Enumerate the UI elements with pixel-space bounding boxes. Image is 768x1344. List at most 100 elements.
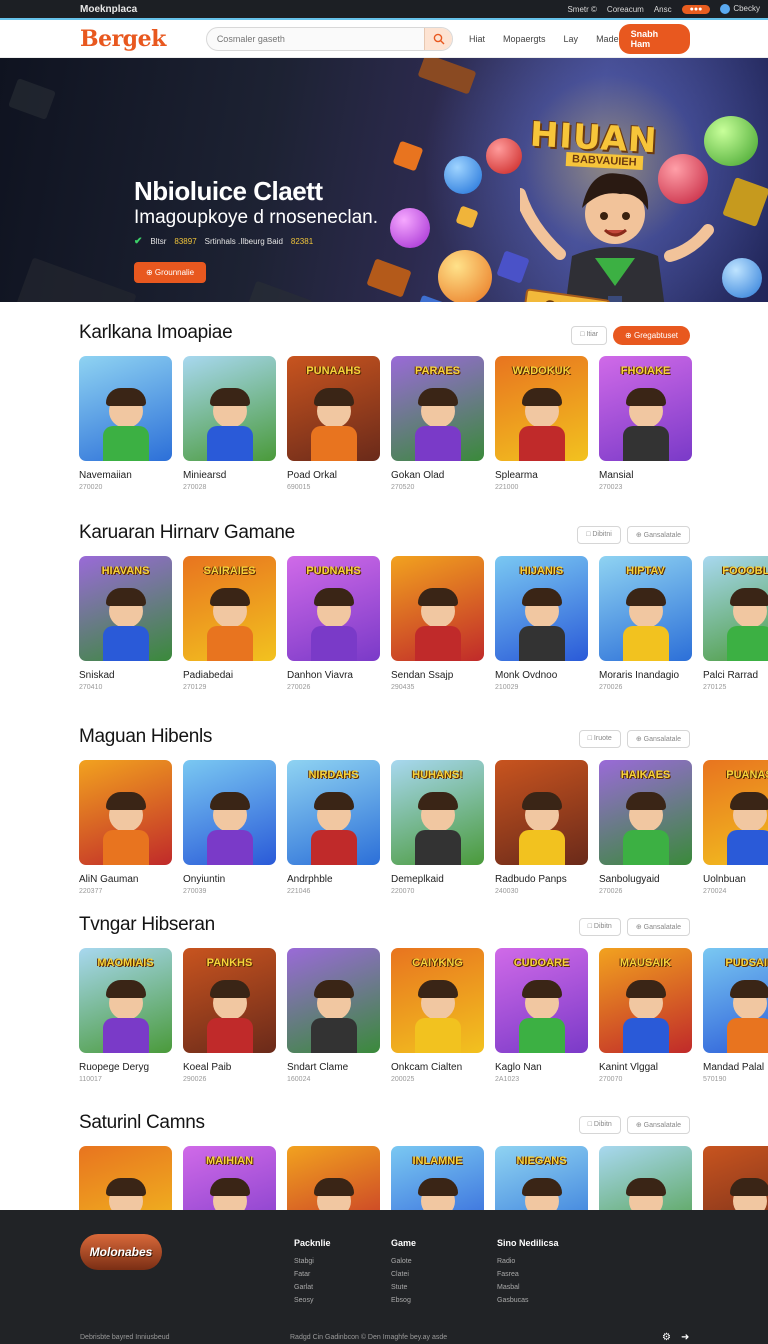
game-card[interactable]: HIJANIS Monk Ovdnoo 210029: [495, 556, 588, 691]
game-card[interactable]: HUHANS! Demeplkaid 220070: [391, 760, 484, 895]
game-title[interactable]: AliN Gauman: [79, 874, 172, 885]
game-card[interactable]: SAIRAIES Padiabedai 270129: [183, 556, 276, 691]
footer-link[interactable]: Radio: [497, 1258, 559, 1265]
game-title[interactable]: Sniskad: [79, 670, 172, 681]
game-thumbnail[interactable]: HUHANS!: [391, 760, 484, 865]
game-title[interactable]: Sanbolugyaid: [599, 874, 692, 885]
game-thumbnail[interactable]: HIJANIS: [495, 556, 588, 661]
game-thumbnail[interactable]: PUDNAHS: [287, 556, 380, 661]
game-title[interactable]: Koeal Paib: [183, 1062, 276, 1073]
game-thumbnail[interactable]: FHOIAKE: [599, 356, 692, 461]
game-title[interactable]: Mandad Palal: [703, 1062, 768, 1073]
topbar-pill-button[interactable]: ●●●: [681, 4, 711, 14]
topbar-link-3[interactable]: Ansc: [654, 5, 672, 14]
game-title[interactable]: Gokan Olad: [391, 470, 484, 481]
footer-link[interactable]: Clatei: [391, 1271, 416, 1278]
game-thumbnail[interactable]: PUDSAIL: [703, 948, 768, 1053]
game-card[interactable]: AliN Gauman 220377: [79, 760, 172, 895]
game-thumbnail[interactable]: MAUSAIK: [599, 948, 692, 1053]
game-card[interactable]: MAOMIAIS Ruopege Deryg 110017: [79, 948, 172, 1083]
game-title[interactable]: Ruopege Deryg: [79, 1062, 172, 1073]
topbar-brand[interactable]: Moeknplaca: [80, 4, 137, 15]
game-title[interactable]: Onyiuntin: [183, 874, 276, 885]
footer-link[interactable]: Fasrea: [497, 1271, 559, 1278]
footer-link[interactable]: Galote: [391, 1258, 416, 1265]
footer-link[interactable]: Stabgi: [294, 1258, 331, 1265]
nav-link-2[interactable]: Mopaergts: [503, 34, 546, 44]
game-card[interactable]: HAIKAES Sanbolugyaid 270026: [599, 760, 692, 895]
game-card[interactable]: HIPTAV Moraris Inandagio 270026: [599, 556, 692, 691]
game-title[interactable]: Danhon Viavra: [287, 670, 380, 681]
game-card[interactable]: Navemaiian 270020: [79, 356, 172, 491]
section-view-button[interactable]: □ Itiar: [571, 326, 608, 345]
search-button[interactable]: [424, 27, 452, 50]
game-title[interactable]: Kaglo Nan: [495, 1062, 588, 1073]
game-card[interactable]: PUDSAIL Mandad Palal 570190: [703, 948, 768, 1083]
section-filter-button[interactable]: ⊕ Gregabtuset: [613, 326, 690, 345]
game-thumbnail[interactable]: [79, 356, 172, 461]
game-title[interactable]: Miniearsd: [183, 470, 276, 481]
game-title[interactable]: Navemaiian: [79, 470, 172, 481]
game-card[interactable]: PUNAAHS Poad Orkal 690015: [287, 356, 380, 491]
game-card[interactable]: CUDOARE Kaglo Nan 2A1023: [495, 948, 588, 1083]
game-title[interactable]: Sendan Ssajp: [391, 670, 484, 681]
footer-logo[interactable]: Molonabes: [80, 1234, 162, 1270]
game-thumbnail[interactable]: HIAVANS: [79, 556, 172, 661]
game-thumbnail[interactable]: PARAES: [391, 356, 484, 461]
game-title[interactable]: Moraris Inandagio: [599, 670, 692, 681]
game-title[interactable]: Mansial: [599, 470, 692, 481]
game-thumbnail[interactable]: PANKHS: [183, 948, 276, 1053]
game-thumbnail[interactable]: [495, 760, 588, 865]
nav-link-4[interactable]: Made: [596, 34, 619, 44]
game-card[interactable]: Sndart Clame 160024: [287, 948, 380, 1083]
game-thumbnail[interactable]: [287, 948, 380, 1053]
game-title[interactable]: Splearma: [495, 470, 588, 481]
game-card[interactable]: Radbudo Panps 240030: [495, 760, 588, 895]
game-thumbnail[interactable]: [183, 760, 276, 865]
game-thumbnail[interactable]: MAOMIAIS: [79, 948, 172, 1053]
footer-link[interactable]: Ebsog: [391, 1297, 416, 1304]
nav-link-3[interactable]: Lay: [564, 34, 579, 44]
game-card[interactable]: NIRDAHS Andrphble 221046: [287, 760, 380, 895]
section-filter-button[interactable]: ⊕ Gansalatale: [626, 526, 690, 544]
game-thumbnail[interactable]: FOOOBLE: [703, 556, 768, 661]
section-view-button[interactable]: □ Dibitn: [578, 918, 621, 936]
section-filter-button[interactable]: ⊕ Gansalatale: [626, 730, 690, 748]
game-thumbnail[interactable]: CAIYKNG: [391, 948, 484, 1053]
topbar-link-1[interactable]: Smetr ©: [567, 5, 596, 14]
game-thumbnail[interactable]: PUANAS: [703, 760, 768, 865]
footer-link[interactable]: Garlat: [294, 1284, 331, 1291]
game-card[interactable]: CAIYKNG Onkcam Cialten 200025: [391, 948, 484, 1083]
game-card[interactable]: PARAES Gokan Olad 270520: [391, 356, 484, 491]
game-thumbnail[interactable]: SAIRAIES: [183, 556, 276, 661]
game-title[interactable]: Palci Rarrad: [703, 670, 768, 681]
game-thumbnail[interactable]: WADOKUK: [495, 356, 588, 461]
game-card[interactable]: Onyiuntin 270039: [183, 760, 276, 895]
game-thumbnail[interactable]: NIRDAHS: [287, 760, 380, 865]
hero-action-button[interactable]: ⊕ Grounnalie: [134, 262, 207, 283]
header-cta-button[interactable]: Snabh Ham: [618, 23, 690, 54]
game-card[interactable]: PANKHS Koeal Paib 290026: [183, 948, 276, 1083]
section-view-button[interactable]: □ Iruote: [578, 730, 621, 748]
footer-link[interactable]: Masbal: [497, 1284, 559, 1291]
game-title[interactable]: Padiabedai: [183, 670, 276, 681]
game-title[interactable]: Onkcam Cialten: [391, 1062, 484, 1073]
game-card[interactable]: FOOOBLE Palci Rarrad 270125: [703, 556, 768, 691]
section-filter-button[interactable]: ⊕ Gansalatale: [626, 918, 690, 936]
site-logo[interactable]: Bergek: [80, 26, 166, 52]
game-title[interactable]: Kanint Vlggal: [599, 1062, 692, 1073]
nav-link-1[interactable]: Hiat: [469, 34, 485, 44]
game-thumbnail[interactable]: CUDOARE: [495, 948, 588, 1053]
game-card[interactable]: PUANAS Uolnbuan 270024: [703, 760, 768, 895]
game-card[interactable]: FHOIAKE Mansial 270023: [599, 356, 692, 491]
game-thumbnail[interactable]: HAIKAES: [599, 760, 692, 865]
game-card[interactable]: Sendan Ssajp 290435: [391, 556, 484, 691]
search-input[interactable]: [206, 33, 424, 44]
arrow-right-icon[interactable]: ➜: [681, 1332, 689, 1343]
section-view-button[interactable]: □ Dibitn: [578, 1116, 621, 1134]
game-thumbnail[interactable]: [183, 356, 276, 461]
game-title[interactable]: Demeplkaid: [391, 874, 484, 885]
settings-icon[interactable]: ⚙: [662, 1332, 671, 1343]
game-title[interactable]: Andrphble: [287, 874, 380, 885]
footer-link[interactable]: Fatar: [294, 1271, 331, 1278]
